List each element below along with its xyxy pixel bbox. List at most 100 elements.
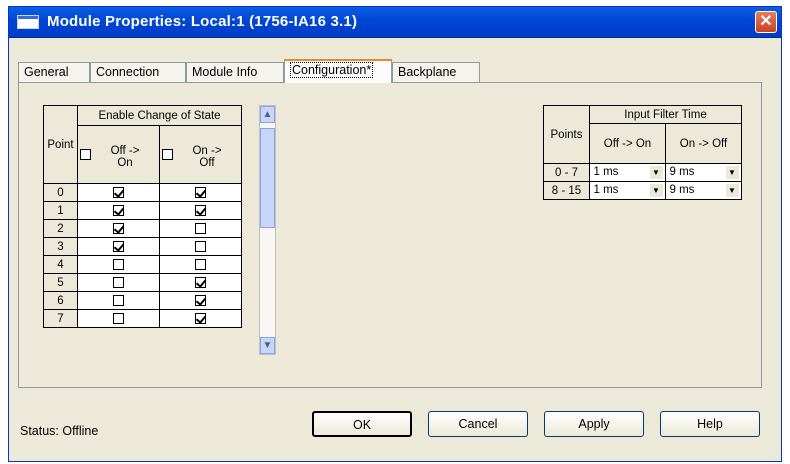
col-header-filter-on-off: On -> Off xyxy=(665,123,742,164)
point-cell: 3 xyxy=(43,237,78,256)
off-on-checkbox[interactable] xyxy=(113,294,124,306)
tab-connection[interactable]: Connection xyxy=(90,62,186,82)
table-row: 1 xyxy=(43,201,242,220)
off-on-cell xyxy=(77,237,160,256)
on-off-cell xyxy=(159,201,242,220)
on-off-checkbox[interactable] xyxy=(195,186,206,198)
title-bar[interactable]: Module Properties: Local:1 (1756-IA16 3.… xyxy=(9,7,781,38)
off-on-cell xyxy=(77,183,160,202)
dropdown-arrow-icon[interactable]: ▼ xyxy=(649,184,663,197)
on-off-checkbox[interactable] xyxy=(195,294,206,306)
close-icon[interactable]: ✕ xyxy=(755,11,777,33)
ok-button[interactable]: OK xyxy=(312,411,412,437)
on-off-checkbox[interactable] xyxy=(195,312,206,324)
filter-off-on-cell: 1 ms ▼ xyxy=(589,181,666,200)
point-cell: 6 xyxy=(43,291,78,310)
on-off-cell xyxy=(159,219,242,238)
col-header-points: Points xyxy=(543,105,590,164)
filter-off-on-cell: 1 ms ▼ xyxy=(589,163,666,182)
cancel-button[interactable]: Cancel xyxy=(428,411,528,437)
table-row: 0 - 71 ms ▼ 9 ms ▼ xyxy=(543,163,742,182)
off-on-checkbox[interactable] xyxy=(113,258,124,270)
dropdown-value: 9 ms xyxy=(669,184,695,196)
table-row: 0 xyxy=(43,183,242,202)
col-header-on-off-label: On -> Off xyxy=(192,144,222,169)
off-on-checkbox[interactable] xyxy=(113,240,124,252)
on-off-cell xyxy=(159,309,242,328)
table-row: 2 xyxy=(43,219,242,238)
dropdown-value: 1 ms xyxy=(593,184,619,196)
change-of-state-table: Point Enable Change of State Off -> On O… xyxy=(43,105,242,328)
help-button[interactable]: Help xyxy=(660,411,760,437)
off-on-cell xyxy=(77,273,160,292)
status-line: Status: Offline xyxy=(20,424,98,438)
dropdown-arrow-icon[interactable]: ▼ xyxy=(725,184,739,197)
point-cell: 4 xyxy=(43,255,78,274)
apply-button[interactable]: Apply xyxy=(544,411,644,437)
off-on-checkbox[interactable] xyxy=(113,276,124,288)
input-filter-table: Points Input Filter Time Off -> On On ->… xyxy=(543,105,742,200)
points-cell: 8 - 15 xyxy=(543,181,590,200)
off-on-cell xyxy=(77,201,160,220)
filter-off-on-dropdown[interactable]: 1 ms ▼ xyxy=(591,183,664,198)
window-title: Module Properties: Local:1 (1756-IA16 3.… xyxy=(47,13,358,30)
point-cell: 2 xyxy=(43,219,78,238)
col-header-enable-cos: Enable Change of State xyxy=(77,105,242,126)
off-on-cell xyxy=(77,309,160,328)
dropdown-arrow-icon[interactable]: ▼ xyxy=(725,166,739,179)
filter-on-off-dropdown[interactable]: 9 ms ▼ xyxy=(667,183,740,198)
col-header-input-filter-time: Input Filter Time xyxy=(589,105,742,124)
off-on-cell xyxy=(77,219,160,238)
point-cell: 7 xyxy=(43,309,78,328)
table-row: 6 xyxy=(43,291,242,310)
scroll-down-arrow-icon[interactable]: ▼ xyxy=(260,337,275,354)
off-on-checkbox[interactable] xyxy=(113,186,124,198)
filter-on-off-dropdown[interactable]: 9 ms ▼ xyxy=(667,165,740,180)
off-on-checkbox[interactable] xyxy=(113,312,124,324)
col-header-off-on-label: Off -> On xyxy=(110,144,140,169)
col-header-point: Point xyxy=(43,105,78,184)
tab-configuration-label: Configuration* xyxy=(290,62,374,78)
on-off-cell xyxy=(159,183,242,202)
status-label: Status: xyxy=(20,424,59,438)
tab-configuration[interactable]: Configuration* xyxy=(284,59,392,83)
table-row: 4 xyxy=(43,255,242,274)
tab-backplane[interactable]: Backplane xyxy=(392,62,480,82)
on-off-checkbox[interactable] xyxy=(195,240,206,252)
select-all-off-on-checkbox[interactable] xyxy=(80,148,91,160)
point-cell: 5 xyxy=(43,273,78,292)
dropdown-arrow-icon[interactable]: ▼ xyxy=(649,166,663,179)
filter-off-on-dropdown[interactable]: 1 ms ▼ xyxy=(591,165,664,180)
table-row: 7 xyxy=(43,309,242,328)
dropdown-value: 9 ms xyxy=(669,166,695,178)
point-cell: 0 xyxy=(43,183,78,202)
off-on-cell xyxy=(77,255,160,274)
tab-general[interactable]: General xyxy=(18,62,90,82)
cos-table-scrollbar[interactable]: ▲ ▼ xyxy=(259,105,276,355)
tab-module-info[interactable]: Module Info xyxy=(186,62,284,82)
point-cell: 1 xyxy=(43,201,78,220)
select-all-on-off-checkbox[interactable] xyxy=(162,148,173,160)
filter-on-off-cell: 9 ms ▼ xyxy=(665,181,742,200)
table-row: 3 xyxy=(43,237,242,256)
scroll-up-arrow-icon[interactable]: ▲ xyxy=(260,106,275,123)
on-off-checkbox[interactable] xyxy=(195,222,206,234)
scroll-thumb[interactable] xyxy=(260,128,275,228)
filter-on-off-cell: 9 ms ▼ xyxy=(665,163,742,182)
col-header-off-on: Off -> On xyxy=(77,125,160,184)
window-icon xyxy=(17,15,39,29)
on-off-cell xyxy=(159,255,242,274)
on-off-cell xyxy=(159,273,242,292)
on-off-checkbox[interactable] xyxy=(195,258,206,270)
off-on-checkbox[interactable] xyxy=(113,204,124,216)
off-on-cell xyxy=(77,291,160,310)
col-header-filter-off-on: Off -> On xyxy=(589,123,666,164)
configuration-panel: Point Enable Change of State Off -> On O… xyxy=(18,82,762,388)
dropdown-value: 1 ms xyxy=(593,166,619,178)
on-off-cell xyxy=(159,237,242,256)
on-off-checkbox[interactable] xyxy=(195,204,206,216)
on-off-checkbox[interactable] xyxy=(195,276,206,288)
off-on-checkbox[interactable] xyxy=(113,222,124,234)
col-header-on-off: On -> Off xyxy=(159,125,242,184)
points-cell: 0 - 7 xyxy=(543,163,590,182)
